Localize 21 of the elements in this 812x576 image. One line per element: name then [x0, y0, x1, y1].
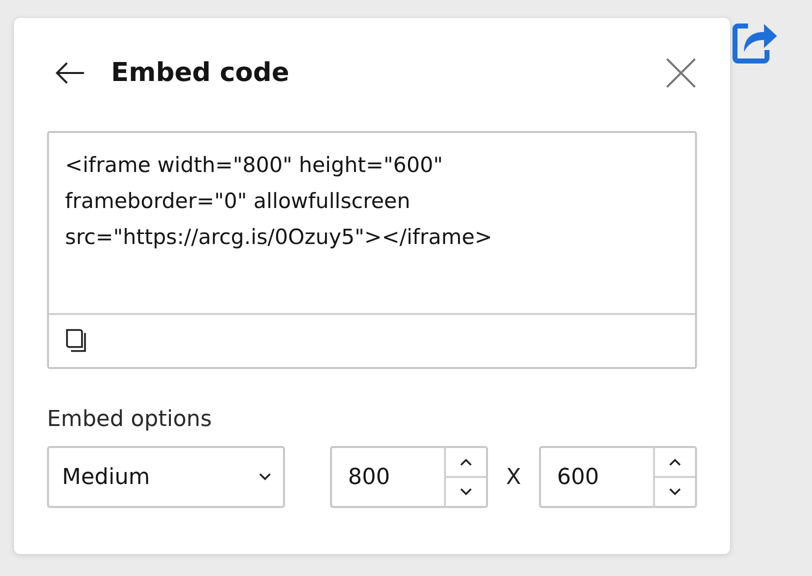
section-label: Embed options — [47, 407, 213, 432]
panel-title: Embed code — [111, 58, 290, 88]
chevron-down-icon — [460, 488, 472, 496]
close-button[interactable] — [665, 57, 697, 89]
chevron-down-icon — [669, 488, 681, 496]
back-button[interactable] — [55, 61, 85, 85]
copy-icon — [63, 328, 89, 354]
number-field[interactable]: 600 — [539, 446, 653, 508]
decrement-button[interactable] — [655, 476, 695, 506]
decrement-button[interactable] — [446, 476, 486, 506]
times-sign: X — [504, 464, 522, 490]
number-field[interactable]: 800 — [330, 446, 444, 508]
back-arrow-icon — [55, 61, 85, 85]
chevron-down-icon — [259, 473, 271, 481]
close-icon — [665, 57, 697, 89]
size-dropdown[interactable]: Medium — [47, 446, 285, 508]
chevron-up-icon — [669, 458, 681, 466]
chevron-up-icon — [460, 458, 472, 466]
embed-code-text: <iframe width="800" height="600" frameborder="0" allowfullscreen src="https://arcg.is/0Ozuy5"></iframe> — [64, 152, 494, 251]
code-box[interactable]: <iframe width="800" height="600" frameborder="0" allowfullscreen src="https://arcg.is/0Ozuy5"></iframe> — [47, 131, 697, 369]
copy-button[interactable] — [63, 328, 89, 354]
